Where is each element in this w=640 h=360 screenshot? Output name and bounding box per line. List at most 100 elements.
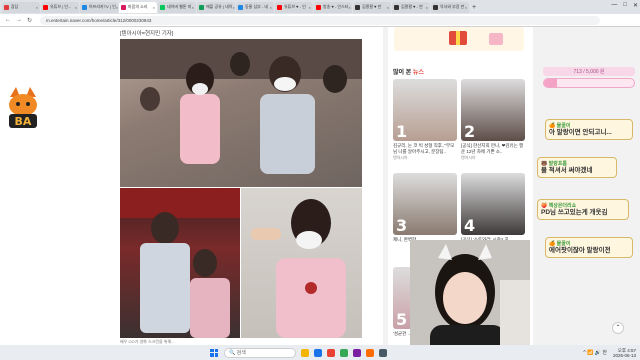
news-source: 텐아시아 <box>461 155 476 160</box>
maximize-button[interactable]: □ <box>623 2 627 9</box>
photo-scene-2 <box>120 188 240 338</box>
browser-tab[interactable]: 동물 심부 - 네 × <box>236 1 274 13</box>
news-title[interactable]: [공식] 한선지희 만나, ❤김유는 행운 12년 차에 기쁜 소.. <box>461 143 525 155</box>
tab-close-icon[interactable]: × <box>387 5 389 10</box>
article: [텐아시아=현지민 기자] 배우 OO가 영화 스크린을 위해... <box>100 27 383 345</box>
browser-tab[interactable]: 유튜브 ♥ - 인 × <box>275 1 313 13</box>
news-thumbnail[interactable]: 4 <box>461 173 525 235</box>
tab-close-icon[interactable]: × <box>270 5 272 10</box>
browser-tab[interactable]: 유튜브 | 인... × <box>41 1 79 13</box>
news-card[interactable]: 2 [공식] 한선지희 만나, ❤김유는 행운 12년 차에 기쁜 소.. 텐아시아 <box>461 79 525 161</box>
news-source: 텐아시아 <box>393 155 408 160</box>
tab-label: 방송 ♥ - 인스타 <box>323 4 349 9</box>
news-card[interactable]: 1 김규리, 눈 코 빅 성형 직후.."부모님 나를 알아주시고, 분장팀.. 텐… <box>393 79 457 161</box>
news-card[interactable]: 4[공식] '소토와리' 시즌2 포.. <box>461 173 525 249</box>
tab-favicon-icon <box>43 4 48 10</box>
news-thumbnail[interactable]: 3 <box>393 173 457 235</box>
store-icon[interactable] <box>340 348 348 357</box>
tab-label: 마음의 소리 <box>128 4 148 9</box>
news-rank: 4 <box>464 216 476 235</box>
news-card[interactable]: 3 제니, 완벽한 .. <box>393 173 457 249</box>
gift-icon <box>449 31 503 45</box>
chat-username: 🍊 물꿀이 <box>549 123 571 129</box>
tab-close-icon[interactable]: × <box>465 5 467 10</box>
tab-close-icon[interactable]: × <box>153 5 155 10</box>
tab-label: 잡담 <box>11 4 19 9</box>
donation-progress-bar <box>543 78 635 88</box>
photo-scene-1 <box>120 39 362 174</box>
clock[interactable]: 오후 4:57 2025-06-13 <box>613 348 636 358</box>
screen: 잡담 × 유튜브 | 인... × 아프리카TV | 인 × 마음의 소리 × 네이버 웹툰 미… <box>0 0 640 360</box>
reload-icon[interactable]: ↻ <box>27 17 32 24</box>
photo-scene-3 <box>251 199 346 338</box>
tab-close-icon[interactable]: × <box>309 5 311 10</box>
donation-goal-text: 713 / 5,000 원 <box>543 67 635 76</box>
back-icon[interactable]: ← <box>5 17 11 23</box>
left-margin: BA <box>0 27 100 345</box>
chat-message: 에어팟이잖아 말랑이전 <box>549 247 611 254</box>
news-rank: 2 <box>464 122 476 141</box>
edge-icon[interactable] <box>314 348 322 357</box>
tab-label: 동물 심부 - 네 <box>245 4 269 9</box>
tab-favicon-icon <box>433 4 438 10</box>
browser-tab[interactable]: 마음의 소리 × <box>119 1 157 13</box>
system-tray[interactable]: ^ 📶 🔊 한 <box>583 349 607 356</box>
app-icon[interactable] <box>353 348 361 357</box>
news-title[interactable]: 김규리, 눈 코 빅 성형 직후.."부모님 나를 알아주시고, 분장팀.. <box>393 143 457 155</box>
article-caption: [텐아시아=현지민 기자] <box>120 31 174 37</box>
browser-tab[interactable]: 네이버 웹툰 미 × <box>158 1 196 13</box>
browser-tab[interactable]: 잡담 × <box>2 1 40 13</box>
browser-tab[interactable]: 김팔팔 ♥ - 만 × <box>392 1 430 13</box>
tab-favicon-icon <box>199 4 204 10</box>
close-window-button[interactable]: ✕ <box>633 2 638 9</box>
tab-label: 악사와 부장 만 <box>440 4 465 9</box>
logo-text: BA <box>15 115 32 128</box>
tab-close-icon[interactable]: × <box>192 5 194 10</box>
tab-label: 네이버 웹툰 미 <box>167 4 192 9</box>
news-rank: 3 <box>396 216 408 235</box>
new-tab-button[interactable]: + <box>472 4 476 11</box>
url-field[interactable]: m.entertain.naver.com/home/article/312/0… <box>40 15 601 25</box>
chat-bubble: 🍊 물꿀이 에어팟이잖아 말랑이전 <box>545 237 633 258</box>
tab-label: 유튜브 | 인... <box>50 4 72 9</box>
fox-logo-icon: BA <box>9 87 37 128</box>
taskbar: 🔍 검색 ^ 📶 🔊 한 오후 4:57 2025-06-13 <box>0 345 640 360</box>
tab-close-icon[interactable]: × <box>232 5 234 10</box>
browser-tab[interactable]: 방송 ♥ - 인스타 × <box>314 1 352 13</box>
browser-tab[interactable]: 애플 공유 | 네이 × <box>197 1 235 13</box>
tab-favicon-icon <box>277 4 282 10</box>
tab-favicon-icon <box>82 4 87 10</box>
article-photo-3[interactable] <box>241 188 362 338</box>
minimize-button[interactable]: — <box>611 2 617 9</box>
article-photo-1[interactable] <box>120 39 362 187</box>
obs-icon[interactable] <box>366 348 374 357</box>
browser-tab[interactable]: 악사와 부장 만 × <box>431 1 469 13</box>
tab-favicon-icon <box>121 4 126 10</box>
address-bar: ← → ↻ m.entertain.naver.com/home/article… <box>0 14 640 27</box>
chrome-icon[interactable] <box>327 348 335 357</box>
start-menu-icon[interactable] <box>210 348 218 357</box>
browser-tab[interactable]: 김팔팔 ♥ 만 × <box>353 1 391 13</box>
gift-banner[interactable] <box>394 27 524 51</box>
tab-close-icon[interactable]: × <box>36 5 38 10</box>
settings-icon[interactable] <box>379 348 387 357</box>
tab-bar: 잡담 × 유튜브 | 인... × 아프리카TV | 인 × 마음의 소리 × 네이버 웹툰 미… <box>0 0 640 14</box>
forward-icon[interactable]: → <box>16 17 22 23</box>
tab-label: 김팔팔 ♥ 만 <box>362 4 382 9</box>
tab-close-icon[interactable]: × <box>116 5 118 10</box>
tab-close-icon[interactable]: × <box>426 5 428 10</box>
file-explorer-icon[interactable] <box>301 348 309 357</box>
tab-favicon-icon <box>316 4 321 10</box>
chat-username: 🍊 물꿀이 <box>549 241 571 247</box>
news-thumbnail[interactable]: 2 <box>461 79 525 141</box>
tab-label: 유튜브 ♥ - 인 <box>284 4 306 9</box>
browser-tab[interactable]: 아프리카TV | 인 × <box>80 1 118 13</box>
tab-close-icon[interactable]: × <box>75 5 77 10</box>
tab-favicon-icon <box>394 4 399 10</box>
scroll-to-top-button[interactable]: ⌃ <box>612 322 624 334</box>
news-thumbnail[interactable]: 1 <box>393 79 457 141</box>
tab-close-icon[interactable]: × <box>348 5 350 10</box>
taskbar-search[interactable]: 🔍 검색 <box>224 347 296 358</box>
article-photo-2[interactable] <box>120 188 240 338</box>
chat-bubble: 🍊 물꿀이 아 말랑이면 안되고니... <box>545 119 633 140</box>
